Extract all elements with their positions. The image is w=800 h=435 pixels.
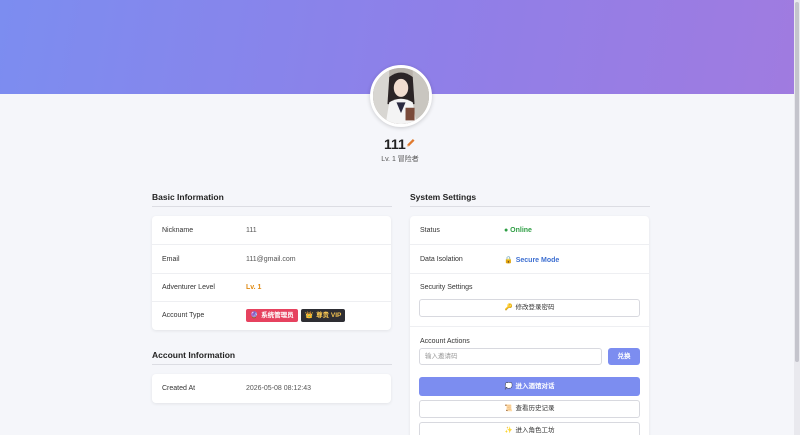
system-settings-card: Status ● Online Data Isolation 🔒 Secure M… [410,216,649,435]
status-online-value: ● Online [504,227,532,234]
invite-code-input[interactable] [419,348,602,365]
view-history-button[interactable]: 📜 查看历史记录 [419,400,640,418]
account-type-row: Account Type 🔮 系统管理员 👑 尊贵 VIP [152,302,391,330]
vip-badge: 👑 尊贵 VIP [301,309,346,322]
system-settings-title: System Settings [410,192,477,202]
crown-icon: 👑 [305,312,314,319]
created-at-value: 2026-05-08 08:12:43 [246,385,311,392]
username: 111 [384,136,406,152]
thought-bubble-icon: 💭 [504,383,513,390]
account-info-title: Account Information [152,350,236,360]
character-workshop-button[interactable]: ✨ 进入角色工坊 [419,422,640,435]
nickname-row: Nickname 111 [152,216,391,245]
redeem-button[interactable]: 兑换 [608,348,640,365]
lock-icon: 🔒 [504,257,513,264]
scrollbar-thumb[interactable] [795,2,799,362]
user-level-title: Lv. 1 冒险者 [381,156,419,163]
security-settings-label: Security Settings [420,284,473,291]
enter-tavern-chat-button[interactable]: 💭 进入酒馆对话 [419,377,640,396]
status-label: Status [420,227,440,234]
email-label: Email [162,256,180,263]
avatar-image [373,68,429,124]
admin-badge: 🔮 系统管理员 [246,309,298,322]
crystal-ball-icon: 🔮 [250,312,259,319]
page-scrollbar[interactable] [794,0,800,435]
status-row: Status ● Online [410,216,649,245]
avatar[interactable] [370,65,432,127]
data-isolation-row: Data Isolation 🔒 Secure Mode [410,245,649,274]
nickname-label: Nickname [162,227,194,234]
change-password-button[interactable]: 🔑 修改登录密码 [419,299,640,317]
adventurer-level-label: Adventurer Level [162,284,215,291]
email-value: 111@gmail.com [246,256,296,263]
account-info-card: Created At 2026-05-08 08:12:43 [152,374,391,403]
data-isolation-value: 🔒 Secure Mode [504,257,560,264]
system-settings-divider [410,206,650,207]
created-at-label: Created At [162,385,196,392]
basic-info-title: Basic Information [152,192,224,202]
key-icon: 🔑 [504,304,513,311]
account-info-divider [152,364,392,365]
adventurer-level-row: Adventurer Level Lv. 1 [152,274,391,302]
scroll-icon: 📜 [504,405,513,412]
sparkles-icon: ✨ [504,427,513,434]
email-row: Email 111@gmail.com [152,245,391,274]
edit-pencil-icon[interactable] [405,137,416,149]
basic-info-card: Nickname 111 Email 111@gmail.com Adventu… [152,216,391,330]
adventurer-level-value: Lv. 1 [246,284,262,291]
account-actions-label: Account Actions [420,338,470,345]
security-settings-row: Security Settings 🔑 修改登录密码 [410,274,649,327]
data-isolation-label: Data Isolation [420,256,463,263]
nickname-value: 111 [246,227,257,234]
basic-info-divider [152,206,392,207]
created-at-row: Created At 2026-05-08 08:12:43 [152,374,391,403]
account-actions-row: Account Actions 兑换 💭进入酒馆对话 📜查看历史记录 ✨进入角色… [410,327,649,435]
account-type-label: Account Type [162,312,205,319]
